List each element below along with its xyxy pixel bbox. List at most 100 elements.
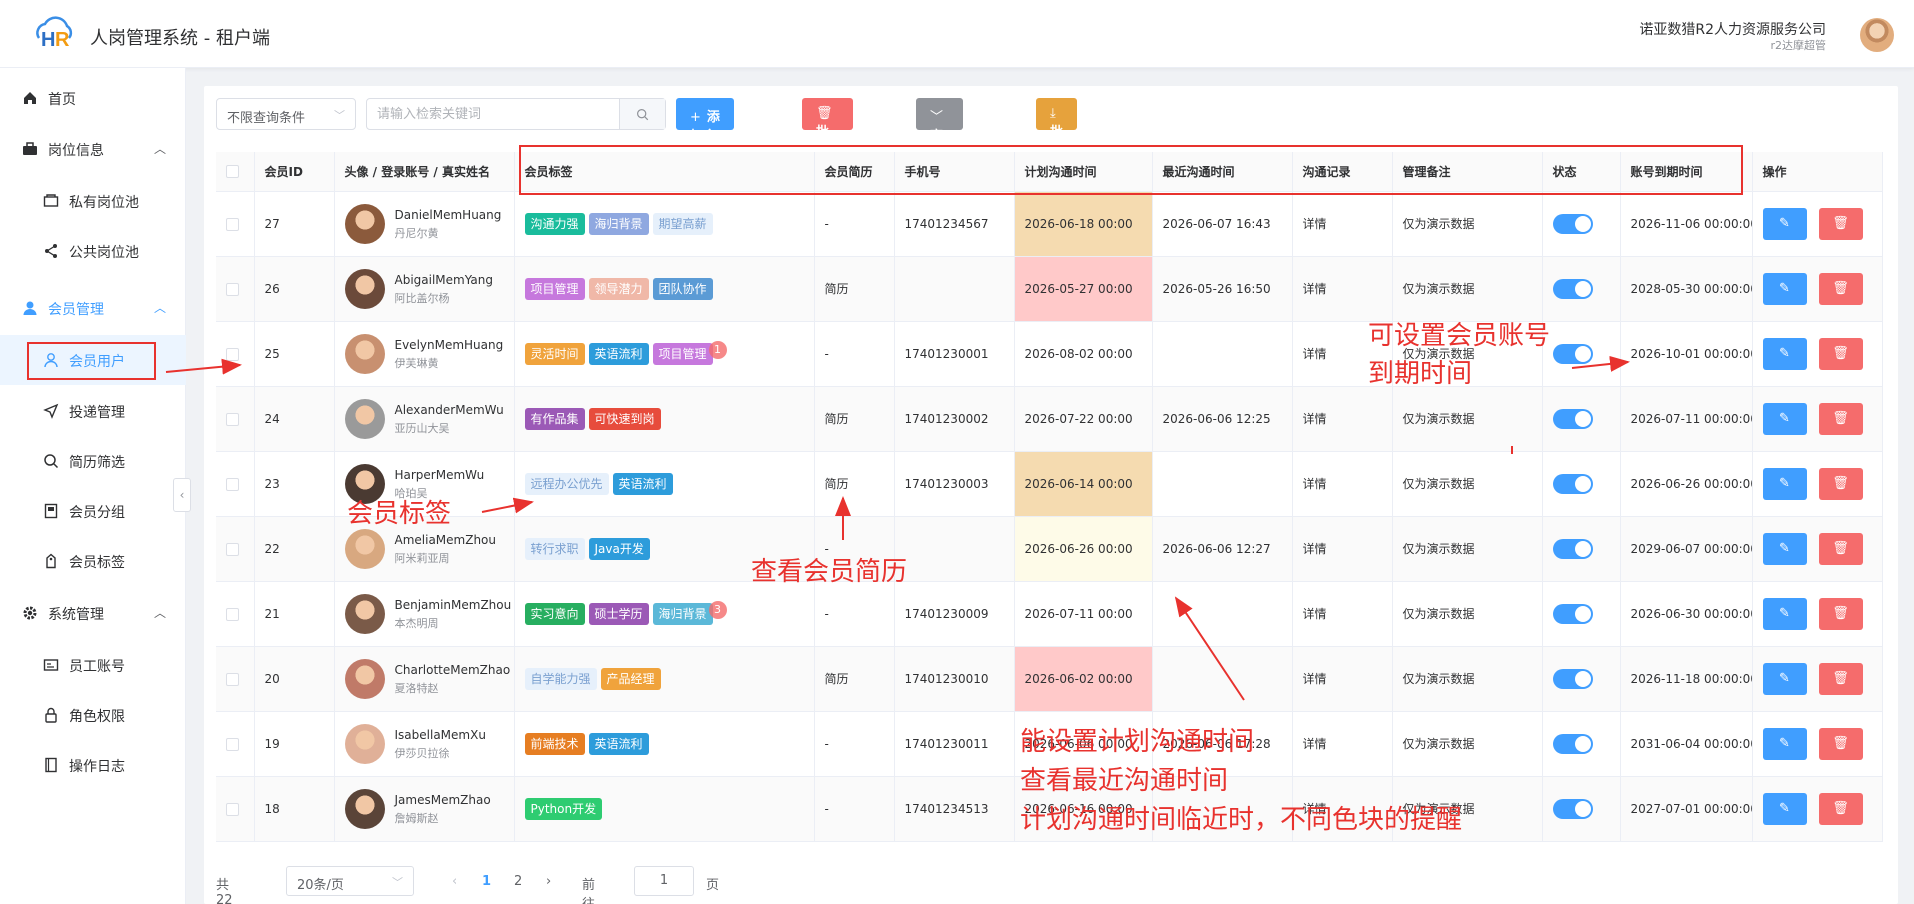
comm-record-link[interactable]: 详情 xyxy=(1292,646,1393,712)
table-row[interactable]: 27 DanielMemHuang 丹尼尔黄 沟通力强 海归背景 期望高薪 -1740123… xyxy=(216,191,1883,257)
comm-record-link[interactable]: 详情 xyxy=(1292,191,1393,257)
planned-comm-time[interactable]: 2026-07-22 00:00 xyxy=(1014,386,1153,452)
status-toggle[interactable] xyxy=(1552,538,1593,559)
sidebar-collapse-button[interactable]: ‹ xyxy=(173,478,191,512)
comm-record-link[interactable]: 详情 xyxy=(1292,581,1393,647)
sidebar-item-positions[interactable]: 岗位信息 ︿ xyxy=(0,124,186,174)
add-member-button[interactable]: +添加会员 xyxy=(676,98,734,163)
edit-button[interactable]: ✎ xyxy=(1762,207,1807,240)
status-toggle[interactable] xyxy=(1552,278,1593,299)
row-checkbox[interactable] xyxy=(226,282,239,296)
planned-comm-time[interactable]: 2026-07-11 00:00 xyxy=(1014,581,1153,647)
goto-input[interactable]: 1 xyxy=(634,866,694,896)
prev-page-icon[interactable]: ‹ xyxy=(452,874,457,889)
search-button[interactable] xyxy=(619,99,665,129)
sidebar-item-member-tags[interactable]: 会员标签 xyxy=(0,536,186,586)
account-expire-time[interactable]: 2028-05-30 00:00:00 xyxy=(1620,256,1753,322)
select-all-checkbox[interactable] xyxy=(226,165,239,179)
edit-button[interactable]: ✎ xyxy=(1762,402,1807,435)
status-toggle[interactable] xyxy=(1552,603,1593,624)
account-expire-time[interactable]: 2027-07-01 00:00:00 xyxy=(1620,776,1753,842)
edit-button[interactable]: ✎ xyxy=(1762,792,1807,825)
sidebar-item-member-management[interactable]: 会员管理 ︿ xyxy=(0,283,186,333)
planned-comm-time[interactable]: 2026-06-26 00:00 xyxy=(1014,516,1153,582)
sidebar-item-roles[interactable]: 角色权限 xyxy=(0,690,186,740)
delete-button[interactable]: 🗑 xyxy=(1818,467,1863,500)
status-toggle[interactable] xyxy=(1552,733,1593,754)
row-checkbox[interactable] xyxy=(226,412,239,426)
status-toggle[interactable] xyxy=(1552,668,1593,689)
delete-button[interactable]: 🗑 xyxy=(1818,402,1863,435)
row-checkbox[interactable] xyxy=(226,737,239,751)
delete-button[interactable]: 🗑 xyxy=(1818,662,1863,695)
row-checkbox[interactable] xyxy=(226,477,239,491)
sidebar-item-private-pool[interactable]: 私有岗位池 xyxy=(0,176,186,226)
filter-select[interactable]: 不限查询条件 ﹀ xyxy=(216,98,356,130)
search-input[interactable] xyxy=(367,99,617,129)
batch-export-button[interactable]: ⤓批量导出 xyxy=(1036,98,1078,197)
comm-record-link[interactable]: 详情 xyxy=(1292,516,1393,582)
account-expire-time[interactable]: 2031-06-04 00:00:00 xyxy=(1620,711,1753,777)
table-row[interactable]: 26 AbigailMemYang 阿比盖尔杨 项目管理 领导潜力 团队协作 简历 2026-… xyxy=(216,256,1883,322)
member-resume[interactable]: 简历 xyxy=(814,256,895,322)
sidebar-item-delivery[interactable]: 投递管理 xyxy=(0,386,186,436)
page-1[interactable]: 1 xyxy=(482,874,491,889)
sidebar-item-resume-filter[interactable]: 简历筛选 xyxy=(0,436,186,486)
row-checkbox[interactable] xyxy=(226,347,239,361)
account-expire-time[interactable]: 2026-06-30 00:00:00 xyxy=(1620,581,1753,647)
account-expire-time[interactable]: 2026-11-18 00:00:00 xyxy=(1620,646,1753,712)
delete-button[interactable]: 🗑 xyxy=(1818,792,1863,825)
batch-delete-button[interactable]: 🗑批量删除 xyxy=(802,98,853,197)
user-avatar[interactable] xyxy=(1860,18,1894,52)
table-row[interactable]: 23 HarperMemWu 哈珀吴 远程办公优先 英语流利 简历 17401230003 2… xyxy=(216,451,1883,517)
planned-comm-time[interactable]: 2026-05-27 00:00 xyxy=(1014,256,1153,322)
row-checkbox[interactable] xyxy=(226,802,239,816)
sidebar-item-logs[interactable]: 操作日志 xyxy=(0,740,186,790)
member-resume[interactable]: 简历 xyxy=(814,386,895,452)
row-checkbox[interactable] xyxy=(226,542,239,556)
sidebar-item-member-group[interactable]: 会员分组 xyxy=(0,486,186,536)
delete-button[interactable]: 🗑 xyxy=(1818,272,1863,305)
account-expire-time[interactable]: 2026-07-11 00:00:00 xyxy=(1620,386,1753,452)
status-toggle[interactable] xyxy=(1552,213,1593,234)
table-row[interactable]: 22 AmeliaMemZhou 阿米莉亚周 转行求职 Java开发 -2026-06-2… xyxy=(216,516,1883,582)
delete-button[interactable]: 🗑 xyxy=(1818,532,1863,565)
table-row[interactable]: 25 EvelynMemHuang 伊芙琳黄 灵活时间 英语流利 项目管理 1-174012… xyxy=(216,321,1883,387)
sidebar-item-home[interactable]: 首页 xyxy=(0,73,186,123)
delete-button[interactable]: 🗑 xyxy=(1818,337,1863,370)
account-expire-time[interactable]: 2026-06-26 00:00:00 xyxy=(1620,451,1753,517)
member-resume[interactable]: 简历 xyxy=(814,646,895,712)
row-checkbox[interactable] xyxy=(226,672,239,686)
edit-button[interactable]: ✎ xyxy=(1762,597,1807,630)
account-expire-time[interactable]: 2026-10-01 00:00:00 xyxy=(1620,321,1753,387)
comm-record-link[interactable]: 详情 xyxy=(1292,386,1393,452)
table-row[interactable]: 24 AlexanderMemWu 亚历山大吴 有作品集 可快速到岗 简历 17401230… xyxy=(216,386,1883,452)
planned-comm-time[interactable]: 2026-06-18 00:00 xyxy=(1014,191,1153,257)
account-expire-time[interactable]: 2026-11-06 00:00:00 xyxy=(1620,191,1753,257)
planned-comm-time[interactable]: 2026-08-02 00:00 xyxy=(1014,321,1153,387)
col-header[interactable]: 会员ID xyxy=(254,152,335,192)
comm-record-link[interactable]: 详情 xyxy=(1292,451,1393,517)
edit-button[interactable]: ✎ xyxy=(1762,532,1807,565)
member-resume[interactable]: 简历 xyxy=(814,451,895,517)
status-toggle[interactable] xyxy=(1552,798,1593,819)
delete-button[interactable]: 🗑 xyxy=(1818,597,1863,630)
delete-button[interactable]: 🗑 xyxy=(1818,727,1863,760)
edit-button[interactable]: ✎ xyxy=(1762,662,1807,695)
edit-button[interactable]: ✎ xyxy=(1762,272,1807,305)
row-checkbox[interactable] xyxy=(226,607,239,621)
advanced-search-button[interactable]: ﹀高级搜索 xyxy=(916,98,964,201)
edit-button[interactable]: ✎ xyxy=(1762,337,1807,370)
status-toggle[interactable] xyxy=(1552,473,1593,494)
planned-comm-time[interactable]: 2026-06-14 00:00 xyxy=(1014,451,1153,517)
comm-record-link[interactable]: 详情 xyxy=(1292,256,1393,322)
table-row[interactable]: 21 BenjaminMemZhou 本杰明周 实习意向 硕士学历 海归背景 3-17401… xyxy=(216,581,1883,647)
comm-record-link[interactable]: 详情 xyxy=(1292,711,1393,777)
status-toggle[interactable] xyxy=(1552,408,1593,429)
edit-button[interactable]: ✎ xyxy=(1762,727,1807,760)
table-row[interactable]: 20 CharlotteMemZhao 夏洛特赵 自学能力强 产品经理 简历 1740123… xyxy=(216,646,1883,712)
planned-comm-time[interactable]: 2026-06-02 00:00 xyxy=(1014,646,1153,712)
sidebar-item-staff-accounts[interactable]: 员工账号 xyxy=(0,640,186,690)
status-toggle[interactable] xyxy=(1552,343,1593,364)
sidebar-item-system[interactable]: 系统管理 ︿ xyxy=(0,588,186,638)
